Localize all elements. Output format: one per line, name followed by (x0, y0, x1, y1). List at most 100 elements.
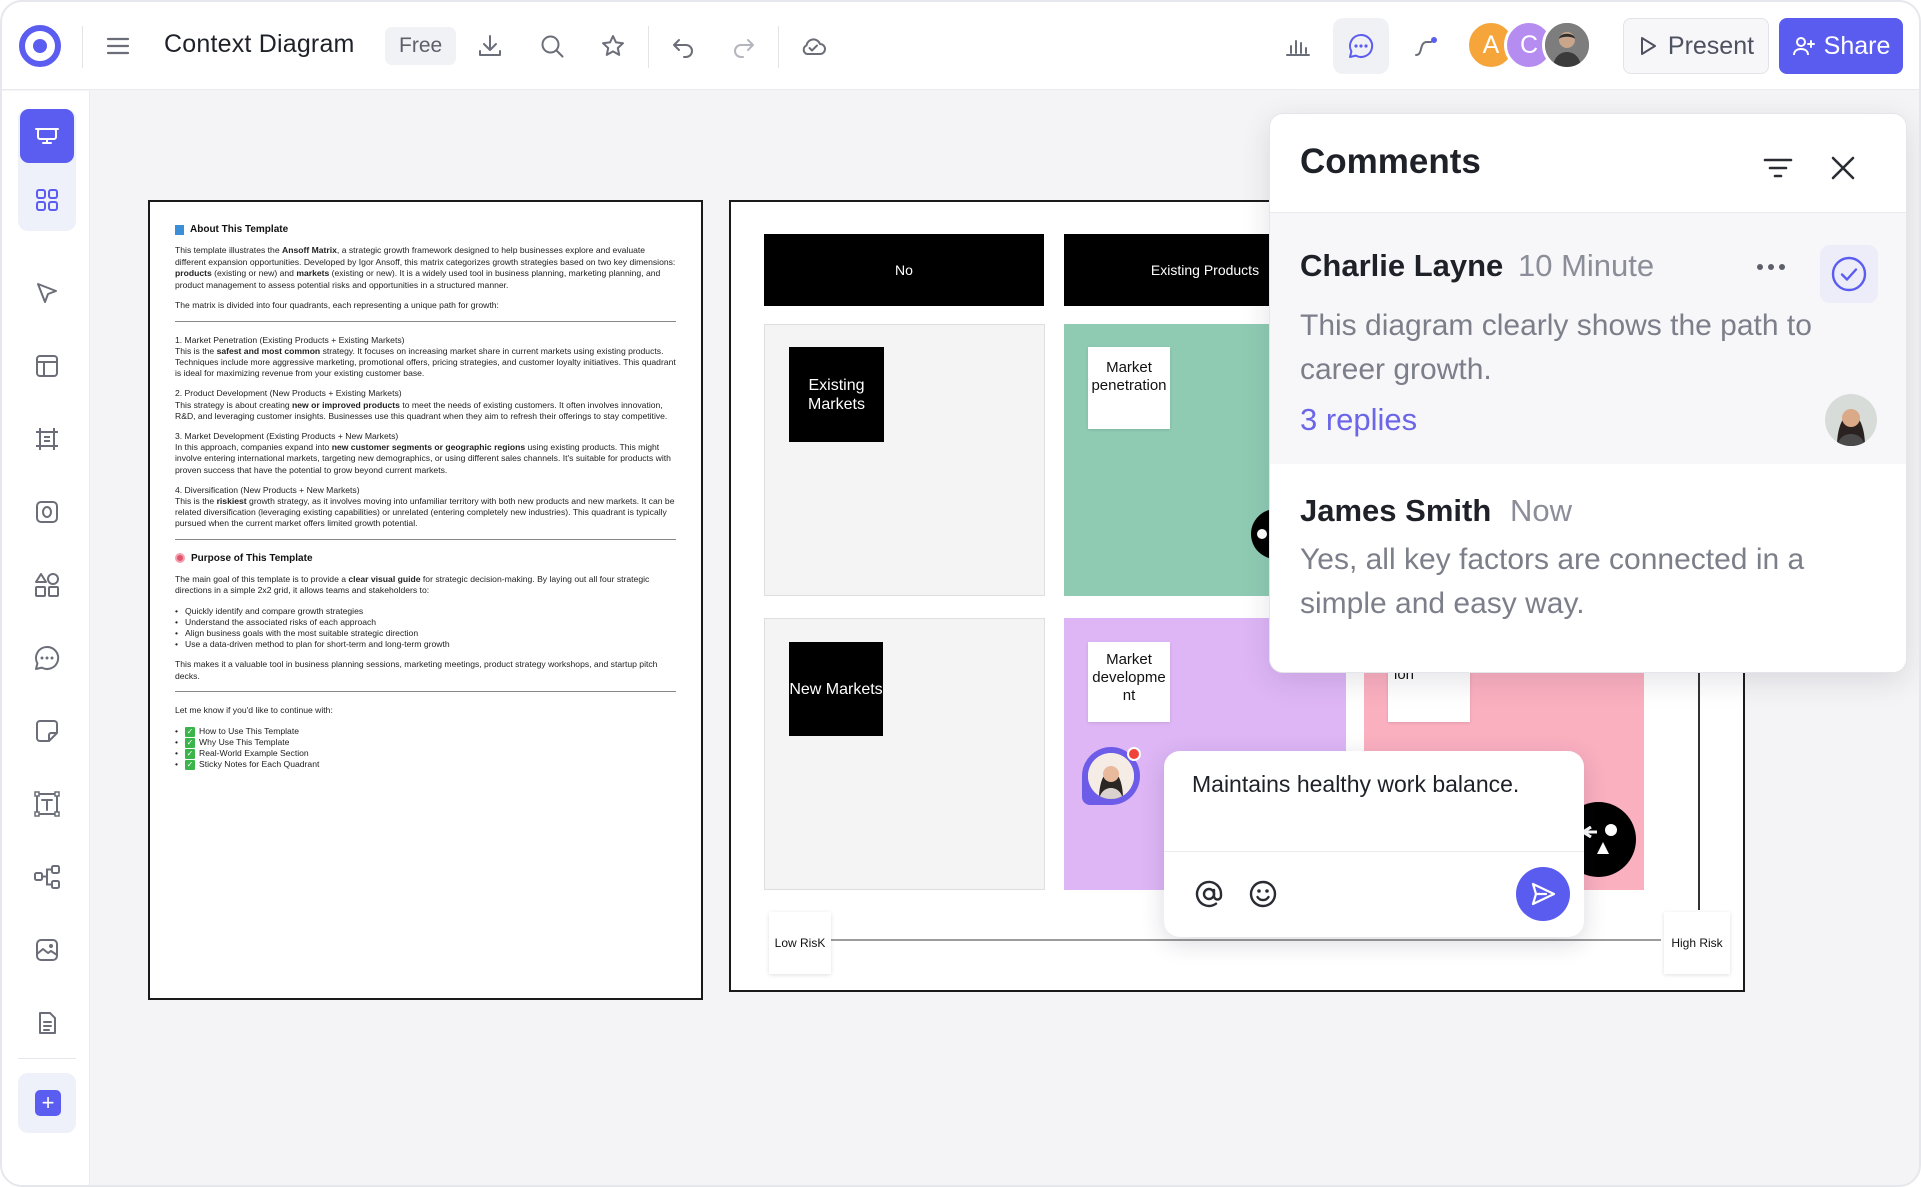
text-icon[interactable] (26, 783, 68, 825)
divider (175, 691, 676, 693)
send-button[interactable] (1516, 867, 1570, 921)
add-user-icon (1792, 37, 1815, 56)
notification-dot (1127, 747, 1141, 761)
app-logo-icon[interactable] (18, 24, 62, 68)
collaborator-avatars[interactable]: A C (1466, 20, 1596, 72)
about-heading: About This Template (175, 224, 676, 235)
star-icon[interactable] (593, 26, 633, 66)
list-item: Use a data-driven method to plan for sho… (175, 639, 676, 650)
chart-icon[interactable] (1278, 26, 1318, 66)
sticky-note-development[interactable]: Market developme nt (1088, 642, 1170, 722)
list-item: Understand the associated risks of each … (175, 617, 676, 628)
list-item: Align business goals with the most suita… (175, 628, 676, 639)
pointer-icon[interactable] (26, 272, 68, 314)
layout-icon[interactable] (26, 345, 68, 387)
presentation-icon[interactable] (20, 109, 74, 163)
comments-title: Comments (1300, 142, 1481, 181)
row-label-new-markets: New Markets (789, 642, 883, 736)
left-toolbar: + (2, 91, 90, 1185)
play-icon (1640, 37, 1656, 55)
pen-icon[interactable] (1406, 26, 1446, 66)
purpose-heading: Purpose of This Template (175, 553, 676, 564)
more-options-icon[interactable] (1750, 257, 1792, 277)
document-title[interactable]: Context Diagram (164, 30, 355, 59)
continue-text: Let me know if you'd like to continue wi… (175, 705, 333, 716)
present-button[interactable]: Present (1623, 18, 1769, 74)
mindmap-icon[interactable] (26, 856, 68, 898)
top-toolbar: Context Diagram Free A C Present Share (2, 2, 1919, 90)
replies-link[interactable]: 3 replies (1300, 402, 1417, 438)
check-circle-icon (1831, 256, 1867, 292)
shapes-icon[interactable] (26, 564, 68, 606)
document-icon[interactable] (26, 1002, 68, 1044)
cloud-icon[interactable] (793, 26, 833, 66)
divider (648, 26, 649, 68)
divider (175, 538, 676, 540)
avatar (1088, 753, 1134, 799)
comment-icon[interactable] (26, 637, 68, 679)
add-icon[interactable]: + (35, 1090, 61, 1116)
divider (1164, 851, 1584, 852)
about-paragraph: The matrix is divided into four quadrant… (175, 300, 499, 310)
filter-icon[interactable] (1760, 150, 1796, 186)
purpose-list: Quickly identify and compare growth stra… (175, 606, 676, 651)
quadrant-description: 3. Market Development (Existing Products… (175, 430, 671, 475)
purpose-paragraph: This makes it a valuable tool in busines… (175, 659, 658, 681)
resolve-button[interactable] (1820, 245, 1878, 303)
download-icon[interactable] (470, 26, 510, 66)
comment-author: James Smith (1300, 493, 1492, 528)
comment-composer[interactable]: Maintains healthy work balance. (1164, 751, 1584, 937)
template-document[interactable]: About This Template This template illust… (148, 200, 703, 1000)
low-risk-label: Low RisK (769, 912, 831, 974)
purpose-paragraph: The main goal of this template is to pro… (175, 573, 650, 596)
divider (82, 26, 83, 68)
send-icon (1531, 882, 1556, 906)
close-icon[interactable] (1825, 150, 1861, 186)
media-icon[interactable] (26, 929, 68, 971)
continue-list: How to Use This Template Why Use This Te… (175, 726, 676, 771)
target-icon (175, 553, 185, 564)
list-item: Sticky Notes for Each Quadrant (175, 759, 676, 770)
mention-icon[interactable] (1190, 875, 1228, 913)
sticky-note-icon[interactable] (26, 710, 68, 752)
plan-badge[interactable]: Free (385, 27, 457, 65)
quadrant-description: 4. Diversification (New Products + New M… (175, 484, 675, 529)
avatar[interactable] (1542, 20, 1592, 70)
high-risk-label: High Risk (1664, 912, 1730, 974)
sticky-note-penetration[interactable]: Market penetration (1088, 347, 1170, 429)
book-icon (175, 224, 184, 235)
divider (175, 320, 676, 322)
undo-icon[interactable] (663, 26, 703, 66)
comment-text: This diagram clearly shows the path to c… (1300, 309, 1812, 386)
comment-input[interactable]: Maintains healthy work balance. (1192, 771, 1519, 798)
list-item: Quickly identify and compare growth stra… (175, 606, 676, 617)
comment-time: 10 Minute (1518, 248, 1655, 283)
about-paragraph: This template illustrates the Ansoff Mat… (175, 245, 676, 290)
quadrant-description: 1. Market Penetration (Existing Products… (175, 334, 676, 379)
comments-panel: Comments Charlie Layne 10 Minute This di… (1269, 113, 1907, 673)
comment-icon[interactable] (1333, 18, 1389, 74)
apps-icon[interactable] (26, 179, 68, 221)
shape-icon[interactable] (26, 491, 68, 533)
list-item: Real-World Example Section (175, 748, 676, 759)
list-item: Why Use This Template (175, 737, 676, 748)
comment-author: Charlie Layne (1300, 248, 1504, 283)
list-item: How to Use This Template (175, 726, 676, 737)
risk-axis-line (831, 939, 1661, 941)
comment-text: Yes, all key factors are connected in a … (1300, 543, 1805, 620)
share-button[interactable]: Share (1779, 18, 1903, 74)
row-label-existing-markets: Existing Markets (789, 347, 884, 442)
axis-line (1698, 662, 1700, 910)
header-no: No (764, 234, 1044, 306)
search-icon[interactable] (532, 26, 572, 66)
redo-icon[interactable] (724, 26, 764, 66)
menu-icon[interactable] (98, 26, 138, 66)
comment-time: Now (1510, 493, 1573, 528)
divider (778, 26, 779, 68)
avatar[interactable] (1825, 394, 1877, 446)
frame-icon[interactable] (26, 418, 68, 460)
emoji-icon[interactable] (1244, 875, 1282, 913)
divider (18, 1058, 76, 1059)
app-window: Context Diagram Free A C Present Share +… (0, 0, 1921, 1187)
quadrant-description: 2. Product Development (New Products + E… (175, 388, 668, 421)
